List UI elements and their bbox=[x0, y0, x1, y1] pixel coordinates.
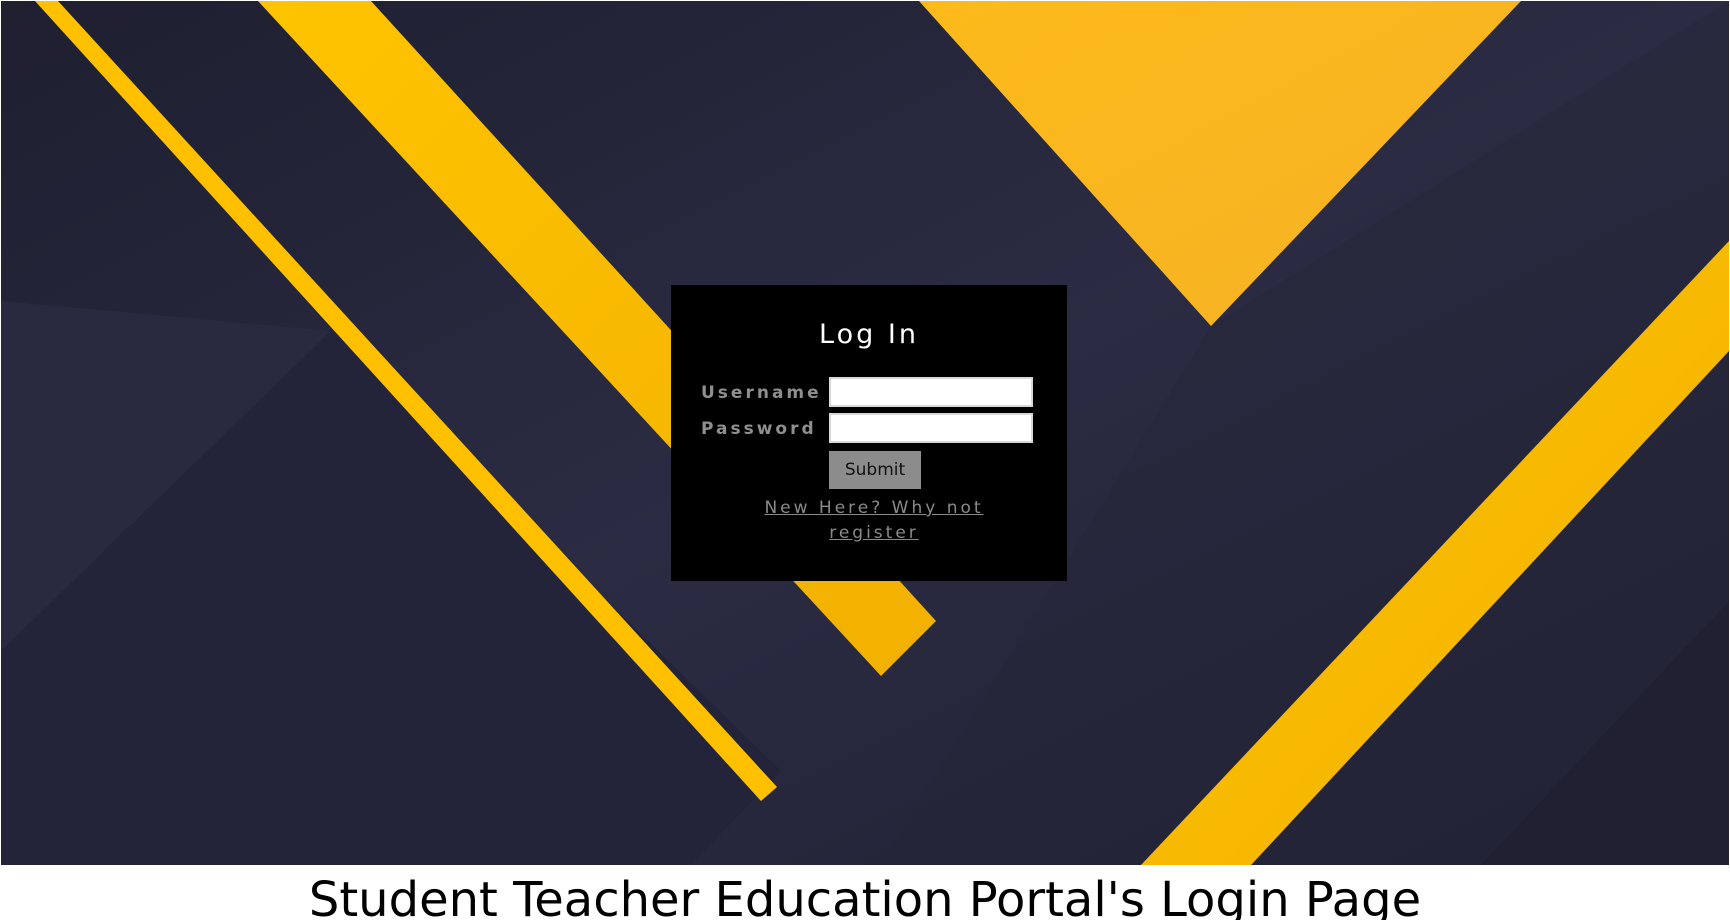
login-form: Log In Username Password Submit New Here… bbox=[671, 285, 1067, 581]
login-title: Log In bbox=[819, 319, 919, 350]
password-label: Password bbox=[701, 419, 817, 439]
username-input[interactable] bbox=[829, 377, 1033, 407]
background-hero: Log In Username Password Submit New Here… bbox=[1, 1, 1729, 865]
username-label: Username bbox=[701, 383, 822, 403]
screenshot: Log In Username Password Submit New Here… bbox=[0, 0, 1730, 920]
password-input[interactable] bbox=[829, 413, 1033, 443]
page-caption: Student Teacher Education Portal's Login… bbox=[308, 872, 1422, 920]
submit-button[interactable]: Submit bbox=[829, 451, 921, 489]
register-link[interactable]: New Here? Why not register bbox=[729, 496, 1019, 546]
